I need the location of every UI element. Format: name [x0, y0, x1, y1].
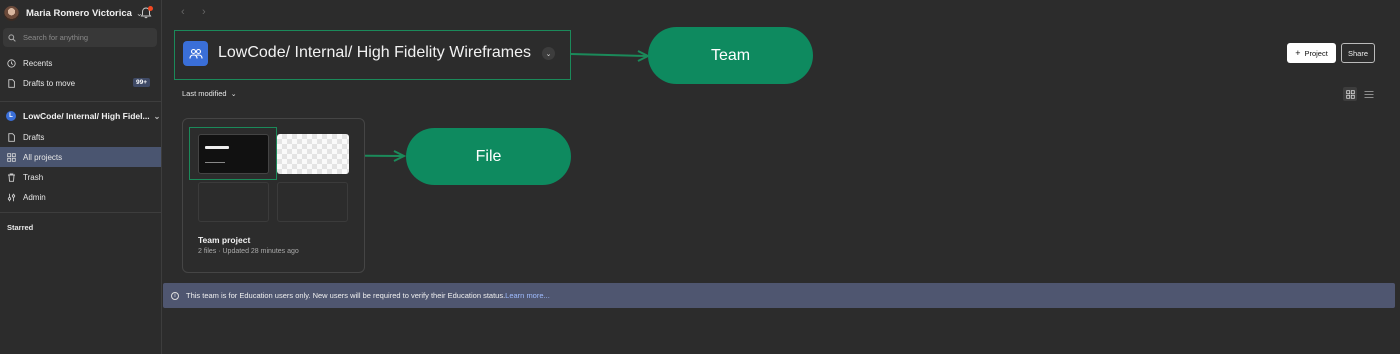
list-icon: [1364, 90, 1374, 98]
notification-bell-icon[interactable]: [139, 6, 153, 20]
page-title: LowCode/ Internal/ High Fidelity Wirefra…: [218, 44, 532, 61]
grid-view-toggle[interactable]: [1343, 87, 1357, 101]
sidebar-item-recents[interactable]: Recents: [0, 53, 161, 73]
team-switcher[interactable]: L LowCode/ Internal/ High Fidel... ⌄: [0, 106, 161, 126]
divider: [0, 212, 161, 213]
share-button[interactable]: Share: [1341, 43, 1375, 63]
forward-arrow-icon[interactable]: ›: [202, 6, 206, 18]
new-project-label: Project: [1304, 48, 1328, 58]
sort-label: Last modified: [182, 89, 227, 98]
sidebar-item-label: Recents: [23, 58, 53, 68]
starred-heading: Starred: [7, 223, 34, 232]
search-input[interactable]: [23, 33, 143, 42]
new-project-button[interactable]: + Project: [1287, 43, 1336, 63]
empty-thumbnail-slot: [277, 182, 348, 222]
empty-thumbnail-slot: [198, 182, 269, 222]
file-icon: [8, 132, 15, 142]
list-view-toggle[interactable]: [1362, 87, 1376, 101]
chevron-down-icon: ⌄: [230, 91, 237, 98]
chevron-down-icon[interactable]: ⌄: [542, 47, 555, 60]
project-title: Team project: [198, 235, 251, 245]
sidebar-item-label: Drafts: [23, 132, 45, 142]
plus-icon: +: [1295, 48, 1301, 58]
sidebar-item-label: Trash: [23, 172, 44, 182]
sidebar-item-all-projects[interactable]: All projects: [0, 147, 161, 167]
user-name: Maria Romero Victorica: [26, 7, 132, 19]
app-root: Maria Romero Victorica ⌄ Recents Drafts …: [0, 0, 1400, 354]
team-connector-line: [570, 53, 647, 57]
notification-dot: [148, 6, 153, 11]
sort-dropdown[interactable]: Last modified ⌄: [182, 89, 237, 98]
file-thumbnail[interactable]: [277, 134, 349, 174]
divider: [0, 101, 161, 102]
project-meta: 2 files · Updated 28 minutes ago: [198, 248, 299, 255]
sidebar-item-trash[interactable]: Trash: [0, 167, 161, 187]
count-badge: 99+: [132, 78, 150, 87]
grid-icon: [7, 152, 16, 162]
sidebar-item-label: Admin: [23, 192, 46, 202]
chevron-down-icon: ⌄: [153, 111, 161, 121]
back-arrow-icon[interactable]: ‹: [181, 6, 185, 18]
team-annotation-label: Team: [648, 27, 813, 84]
team-avatar: L: [6, 111, 16, 121]
trash-icon: [8, 173, 15, 182]
team-connector-arrowhead: [637, 50, 651, 62]
file-annotation-label: File: [406, 128, 571, 185]
clock-icon: [7, 58, 16, 68]
sidebar-item-label: All projects: [23, 152, 63, 162]
search-box[interactable]: [3, 28, 157, 47]
grid-icon: [1345, 89, 1355, 99]
avatar: [4, 5, 19, 21]
info-icon: i: [171, 291, 179, 300]
sidebar-item-admin[interactable]: Admin: [0, 187, 161, 207]
sidebar-item-label: Drafts to move: [23, 78, 76, 88]
file-highlight-frame: [189, 127, 277, 180]
team-icon: [183, 41, 208, 66]
education-banner: i This team is for Education users only.…: [163, 283, 1395, 308]
account-switcher[interactable]: Maria Romero Victorica ⌄: [0, 0, 162, 26]
banner-text: This team is for Education users only. N…: [186, 291, 506, 300]
sidebar: Maria Romero Victorica ⌄ Recents Drafts …: [0, 0, 162, 354]
team-name: LowCode/ Internal/ High Fidel...: [23, 111, 150, 121]
file-icon: [8, 78, 15, 88]
sidebar-item-drafts-to-move[interactable]: Drafts to move 99+: [0, 73, 161, 93]
sliders-icon: [7, 193, 16, 201]
learn-more-link[interactable]: Learn more...: [505, 291, 550, 300]
file-connector-arrowhead: [393, 150, 407, 162]
sidebar-item-drafts[interactable]: Drafts: [0, 127, 161, 147]
search-icon: [8, 33, 16, 42]
